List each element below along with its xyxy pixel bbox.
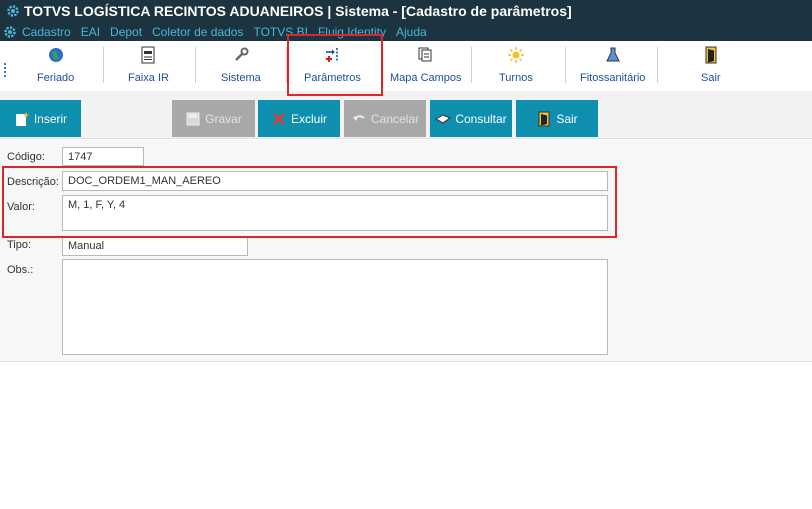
toolbar-feriado[interactable]: Feriado	[37, 46, 74, 86]
action-bar: Inserir Gravar Excluir Cancelar Consulta…	[0, 91, 812, 139]
tipo-label: Tipo:	[7, 239, 32, 251]
door-exit-icon	[538, 111, 550, 126]
toolbar-grip[interactable]	[4, 63, 6, 77]
inserir-button[interactable]: Inserir	[0, 100, 81, 137]
descricao-label: Descrição:	[7, 176, 59, 188]
toolbar-separator	[381, 47, 382, 83]
consultar-button[interactable]: Consultar	[430, 100, 512, 137]
toolbar-parametros[interactable]: Parâmetros	[304, 46, 361, 86]
sun-icon	[507, 47, 524, 63]
gear-icon	[7, 5, 19, 17]
toolbar: Feriado Faixa IR Sistema Parâmetros Mapa…	[0, 41, 812, 91]
parameters-icon	[326, 48, 339, 62]
flask-icon	[605, 47, 620, 62]
toolbar-sistema[interactable]: Sistema	[221, 46, 261, 86]
document-stack-icon	[418, 47, 432, 62]
app-window: TOTVS LOGÍSTICA RECINTOS ADUANEIROS | Si…	[0, 0, 812, 509]
valor-field[interactable]: M, 1, F, Y, 4	[62, 195, 608, 231]
toolbar-label: Faixa IR	[128, 72, 169, 84]
obs-label: Obs.:	[7, 264, 34, 276]
toolbar-faixa-ir[interactable]: Faixa IR	[128, 46, 169, 86]
cancelar-button[interactable]: Cancelar	[344, 100, 426, 137]
tipo-select[interactable]: Manual	[62, 236, 248, 256]
menu-bar: Cadastro EAI Depot Coletor de dados TOTV…	[0, 22, 812, 41]
toolbar-sair[interactable]: Sair	[701, 46, 721, 86]
window-title: TOTVS LOGÍSTICA RECINTOS ADUANEIROS | Si…	[24, 3, 572, 19]
undo-icon	[352, 114, 365, 121]
excluir-button[interactable]: Excluir	[258, 100, 340, 137]
codigo-field[interactable]: 1747	[62, 147, 144, 166]
parametros-form: Código: 1747 Descrição: DOC_ORDEM1_MAN_A…	[0, 140, 812, 362]
toolbar-separator	[657, 47, 658, 83]
toolbar-label: Sistema	[221, 72, 261, 84]
gear-icon[interactable]	[3, 25, 17, 39]
delete-icon	[273, 112, 285, 125]
menu-fluig-identity[interactable]: Fluig Identity	[318, 25, 386, 39]
sair-button[interactable]: Sair	[516, 100, 598, 137]
toolbar-separator	[103, 47, 104, 83]
menu-totvs-bi[interactable]: TOTVS BI	[253, 25, 307, 39]
descricao-field[interactable]: DOC_ORDEM1_MAN_AEREO	[62, 171, 608, 191]
menu-ajuda[interactable]: Ajuda	[396, 25, 427, 39]
toolbar-separator	[565, 47, 566, 83]
gravar-button[interactable]: Gravar	[172, 100, 255, 137]
menu-cadastro[interactable]: Cadastro	[22, 25, 71, 39]
globe-icon	[48, 48, 63, 62]
toolbar-separator	[471, 47, 472, 83]
toolbar-label: Sair	[701, 72, 721, 84]
toolbar-label: Feriado	[37, 72, 75, 84]
toolbar-label: Turnos	[499, 72, 533, 84]
toolbar-separator	[195, 47, 196, 83]
document-pdf-icon	[141, 46, 155, 64]
save-icon	[186, 112, 200, 125]
obs-textarea[interactable]	[62, 259, 608, 355]
door-exit-icon	[705, 46, 717, 64]
menu-eai[interactable]: EAI	[81, 25, 100, 39]
toolbar-label: Mapa Campos	[390, 72, 462, 84]
codigo-label: Código:	[7, 151, 45, 163]
toolbar-label: Fitossanitário	[580, 72, 646, 84]
toolbar-label: Parâmetros	[304, 72, 361, 84]
toolbar-mapa-campos[interactable]: Mapa Campos	[390, 46, 462, 86]
title-bar: TOTVS LOGÍSTICA RECINTOS ADUANEIROS | Si…	[0, 0, 812, 22]
menu-coletor-de-dados[interactable]: Coletor de dados	[152, 25, 243, 39]
valor-label: Valor:	[7, 201, 35, 213]
toolbar-turnos[interactable]: Turnos	[499, 46, 533, 86]
wrench-icon	[234, 47, 249, 61]
insert-icon	[15, 111, 30, 126]
toolbar-fitossanitario[interactable]: Fitossanitário	[580, 46, 645, 86]
menu-depot[interactable]: Depot	[110, 25, 142, 39]
toolbar-separator	[286, 47, 287, 83]
book-icon	[435, 113, 452, 124]
